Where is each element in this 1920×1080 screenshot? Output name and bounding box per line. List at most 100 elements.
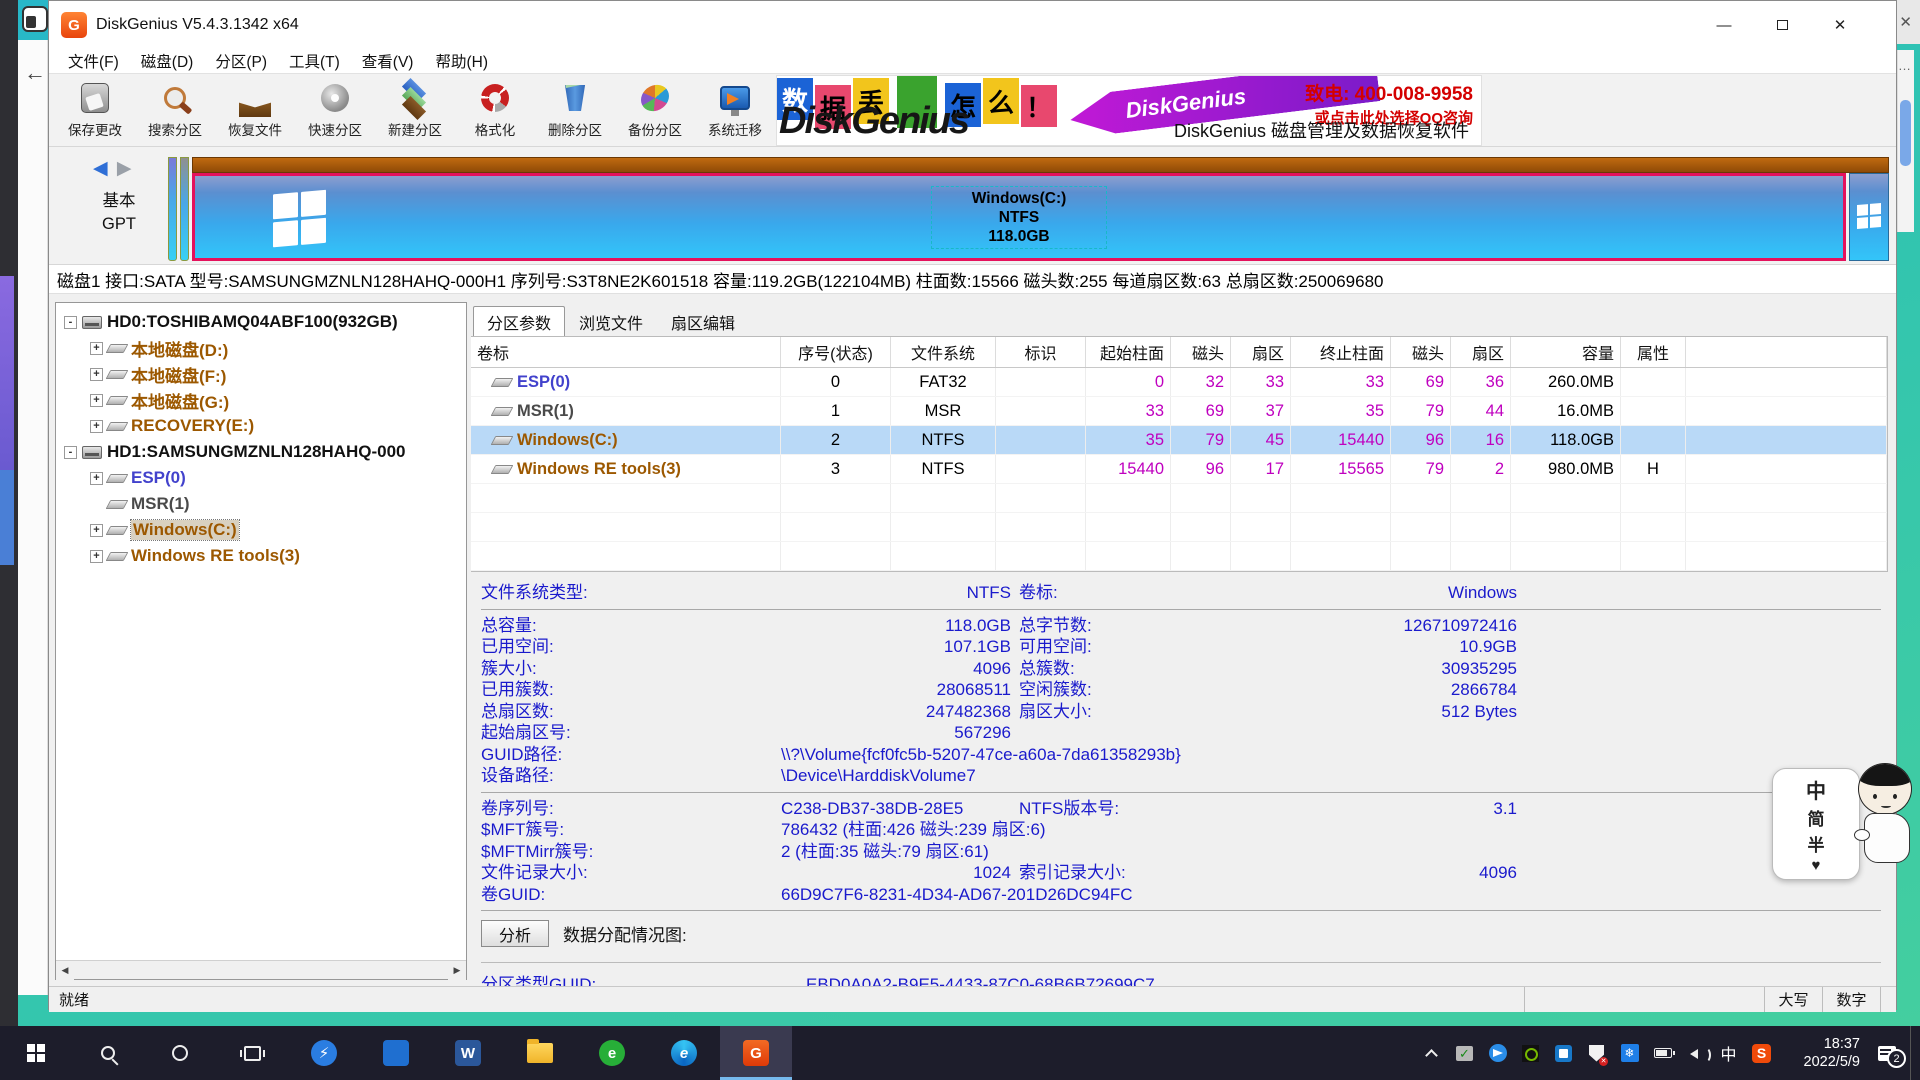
col-header[interactable]: 磁头 [1391, 337, 1451, 367]
notification-center-button[interactable]: 2 [1864, 1026, 1910, 1080]
start-button[interactable] [0, 1026, 72, 1080]
msr-partition-bar[interactable] [180, 157, 189, 261]
tree-horizontal-scrollbar[interactable]: ◀ ▶ [56, 960, 466, 979]
ime-mode-chinese[interactable]: 中 [1806, 775, 1826, 804]
tray-sogou[interactable]: S [1745, 1026, 1778, 1080]
tab-partition-params[interactable]: 分区参数 [473, 306, 565, 336]
tab-sector-edit[interactable]: 扇区编辑 [657, 306, 749, 336]
system-migration-button[interactable]: 系统迁移 [695, 74, 775, 146]
ad-banner[interactable]: 数 据 丢 怎 么 ！ DiskGenius DiskGenius 致电: 40… [776, 75, 1482, 146]
analyze-button[interactable]: 分析 [481, 920, 549, 947]
expand-icon[interactable]: + [90, 550, 103, 563]
tree-item-windows-c[interactable]: +Windows(C:) [56, 517, 466, 543]
taskbar-app-browser[interactable]: e [576, 1026, 648, 1080]
scroll-right-icon[interactable]: ▶ [448, 961, 466, 980]
background-app-icon[interactable] [22, 6, 48, 32]
windows-partition-bar[interactable]: Windows(C:) NTFS 118.0GB [192, 173, 1846, 261]
col-header[interactable]: 终止柱面 [1291, 337, 1391, 367]
tray-volume[interactable] [1679, 1026, 1712, 1080]
tree-item-windows-re-tools[interactable]: +Windows RE tools(3) [56, 543, 466, 569]
taskbar-app-explorer[interactable] [504, 1026, 576, 1080]
table-row-windows-c-selected[interactable]: Windows(C:) 2NTFS 357945 154409616 118.0… [471, 426, 1887, 455]
tab-browse-files[interactable]: 浏览文件 [565, 306, 657, 336]
menu-file[interactable]: 文件(F) [57, 50, 130, 72]
tree-item-local-disk-d[interactable]: +本地磁盘(D:) [56, 335, 466, 361]
tray-ime-indicator[interactable]: 中 [1712, 1026, 1745, 1080]
graph-next-disk-icon[interactable]: ▶ [117, 158, 132, 179]
overflow-menu-icon[interactable]: … [1898, 58, 1914, 73]
table-row-windows-re-tools[interactable]: Windows RE tools(3) 3NTFS 154409617 1556… [471, 455, 1887, 484]
back-arrow-icon[interactable]: ← [24, 60, 46, 86]
taskbar-clock[interactable]: 18:37 2022/5/9 [1778, 1035, 1864, 1071]
expand-icon[interactable]: + [90, 394, 103, 407]
graph-prev-disk-icon[interactable]: ◀ [93, 158, 108, 179]
expand-icon[interactable]: + [90, 368, 103, 381]
heart-icon[interactable]: ♥ [1812, 857, 1821, 874]
tray-security[interactable]: ✕ [1580, 1026, 1613, 1080]
taskbar-app-word[interactable]: W [432, 1026, 504, 1080]
col-header[interactable]: 起始柱面 [1086, 337, 1171, 367]
quick-partition-button[interactable]: 快速分区 [295, 74, 375, 146]
menu-tools[interactable]: 工具(T) [278, 50, 351, 72]
search-partition-button[interactable]: 搜索分区 [135, 74, 215, 146]
close-button[interactable]: ✕ [1811, 1, 1869, 49]
tree-item-msr[interactable]: MSR(1) [56, 491, 466, 517]
table-row-esp[interactable]: ESP(0) 0FAT32 03233 336936 260.0MB [471, 368, 1887, 397]
taskbar-app-edge[interactable]: e [648, 1026, 720, 1080]
backup-partition-button[interactable]: 备份分区 [615, 74, 695, 146]
delete-partition-button[interactable]: 删除分区 [535, 74, 615, 146]
table-row-msr[interactable]: MSR(1) 1MSR 336937 357944 16.0MB [471, 397, 1887, 426]
col-header[interactable]: 扇区 [1451, 337, 1511, 367]
tray-graphics[interactable] [1547, 1026, 1580, 1080]
taskbar-app-lightning[interactable]: ⚡ [288, 1026, 360, 1080]
taskbar-search-button[interactable] [72, 1026, 144, 1080]
col-header[interactable]: 扇区 [1231, 337, 1291, 367]
maximize-button[interactable] [1753, 1, 1811, 49]
tray-battery[interactable] [1646, 1026, 1679, 1080]
tree-item-hd1[interactable]: -HD1:SAMSUNGMZNLN128HAHQ-000 [56, 439, 466, 465]
tree-item-hd0[interactable]: -HD0:TOSHIBAMQ04ABF100(932GB) [56, 309, 466, 335]
expand-icon[interactable]: + [90, 472, 103, 485]
tree-item-recovery-e[interactable]: +RECOVERY(E:) [56, 413, 466, 439]
tree-item-esp[interactable]: +ESP(0) [56, 465, 466, 491]
tree-item-local-disk-f[interactable]: +本地磁盘(F:) [56, 361, 466, 387]
col-header[interactable]: 序号(状态) [781, 337, 891, 367]
menu-disk[interactable]: 磁盘(D) [130, 50, 205, 72]
recovery-partition-bar[interactable] [1849, 173, 1889, 261]
tray-messenger[interactable] [1481, 1026, 1514, 1080]
menu-partition[interactable]: 分区(P) [204, 50, 278, 72]
task-view-button[interactable] [216, 1026, 288, 1080]
ime-mode-simplified[interactable]: 简 [1808, 805, 1825, 830]
new-partition-button[interactable]: 新建分区 [375, 74, 455, 146]
col-header[interactable]: 磁头 [1171, 337, 1231, 367]
format-button[interactable]: 格式化 [455, 74, 535, 146]
expand-icon[interactable]: + [90, 342, 103, 355]
tray-snowflake-app[interactable]: ❄ [1613, 1026, 1646, 1080]
ime-floating-widget[interactable]: 中 简 半 ♥ [1772, 768, 1860, 880]
col-header[interactable]: 属性 [1621, 337, 1686, 367]
recover-files-button[interactable]: 恢复文件 [215, 74, 295, 146]
show-desktop-button[interactable] [1910, 1026, 1920, 1080]
col-header[interactable]: 容量 [1511, 337, 1621, 367]
background-scrollbar-thumb[interactable] [1900, 100, 1911, 166]
tree-item-local-disk-g[interactable]: +本地磁盘(G:) [56, 387, 466, 413]
taskbar-app-store[interactable] [360, 1026, 432, 1080]
taskbar-app-diskgenius-active[interactable]: G [720, 1026, 792, 1080]
menu-view[interactable]: 查看(V) [351, 50, 425, 72]
expand-icon[interactable]: + [90, 524, 103, 537]
tray-expand-button[interactable] [1415, 1026, 1448, 1080]
expand-icon[interactable]: + [90, 420, 103, 433]
save-changes-button[interactable]: 保存更改 [55, 74, 135, 146]
collapse-icon[interactable]: - [64, 316, 77, 329]
minimize-button[interactable]: — [1695, 1, 1753, 49]
col-header[interactable]: 标识 [996, 337, 1086, 367]
col-header[interactable]: 文件系统 [891, 337, 996, 367]
ime-mode-halfwidth[interactable]: 半 [1808, 831, 1825, 856]
esp-partition-bar[interactable] [168, 157, 177, 261]
tray-antivirus[interactable]: ✓ [1448, 1026, 1481, 1080]
tray-nvidia[interactable] [1514, 1026, 1547, 1080]
collapse-icon[interactable]: - [64, 446, 77, 459]
cortana-button[interactable] [144, 1026, 216, 1080]
scroll-left-icon[interactable]: ◀ [56, 961, 74, 980]
col-header[interactable]: 卷标 [471, 337, 781, 367]
